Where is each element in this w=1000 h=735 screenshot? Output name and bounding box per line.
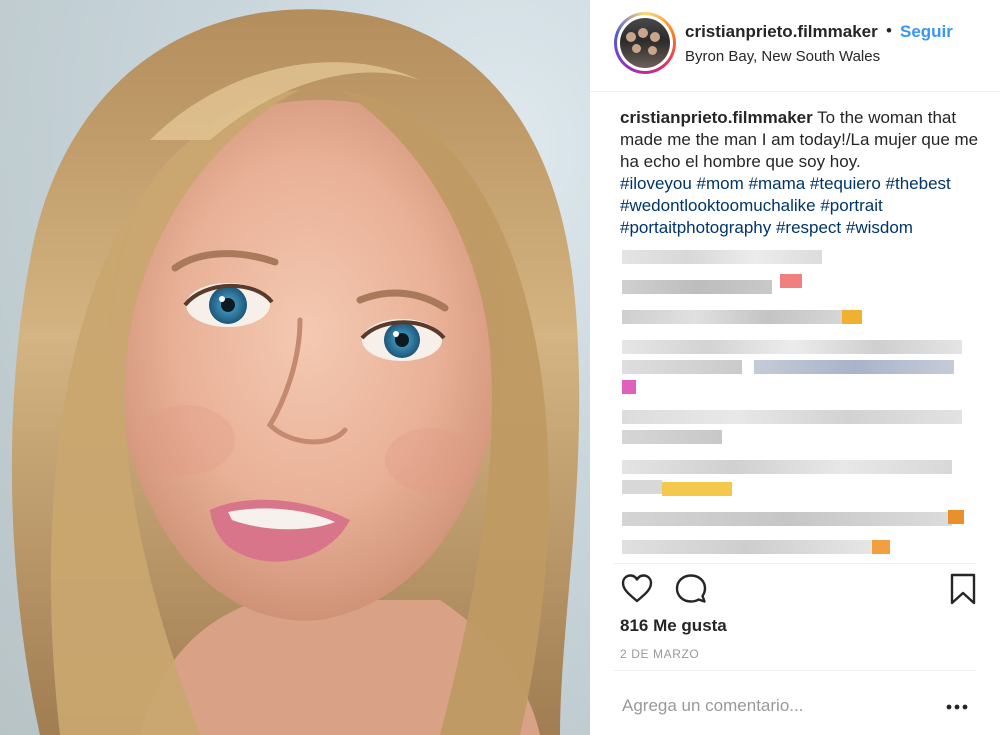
portrait-image [11, 9, 580, 735]
post-photo [0, 0, 590, 735]
separator-dot: • [886, 21, 892, 40]
post-date[interactable]: 2 DE MARZO [620, 647, 699, 661]
location-link[interactable]: Byron Bay, New South Wales [685, 48, 880, 65]
save-button[interactable] [946, 572, 980, 606]
post-caption: cristianprieto.filmmaker To the woman th… [620, 107, 980, 239]
like-button[interactable] [620, 572, 654, 606]
follow-button[interactable]: Seguir [900, 22, 953, 42]
caption-username[interactable]: cristianprieto.filmmaker [620, 108, 813, 127]
speech-bubble-icon [675, 574, 707, 603]
more-options-button[interactable] [945, 700, 969, 712]
comment-button[interactable] [674, 572, 708, 606]
post-sidebar: cristianprieto.filmmaker • Seguir Byron … [590, 0, 1000, 735]
story-ring[interactable] [614, 12, 676, 74]
caption-hashtags[interactable]: #iloveyou #mom #mama #tequiero #thebest … [620, 174, 951, 237]
add-comment-input[interactable] [622, 695, 922, 717]
censored-comments [614, 244, 974, 564]
divider [614, 563, 976, 564]
divider [614, 670, 976, 671]
likes-count[interactable]: 816 Me gusta [620, 616, 727, 636]
heart-icon [621, 574, 653, 603]
post-header: cristianprieto.filmmaker • Seguir Byron … [590, 0, 1000, 92]
header-username[interactable]: cristianprieto.filmmaker [685, 22, 878, 42]
more-options-icon [946, 704, 968, 710]
bookmark-icon [950, 573, 976, 605]
avatar[interactable] [620, 18, 670, 68]
post-actions [590, 572, 1000, 608]
